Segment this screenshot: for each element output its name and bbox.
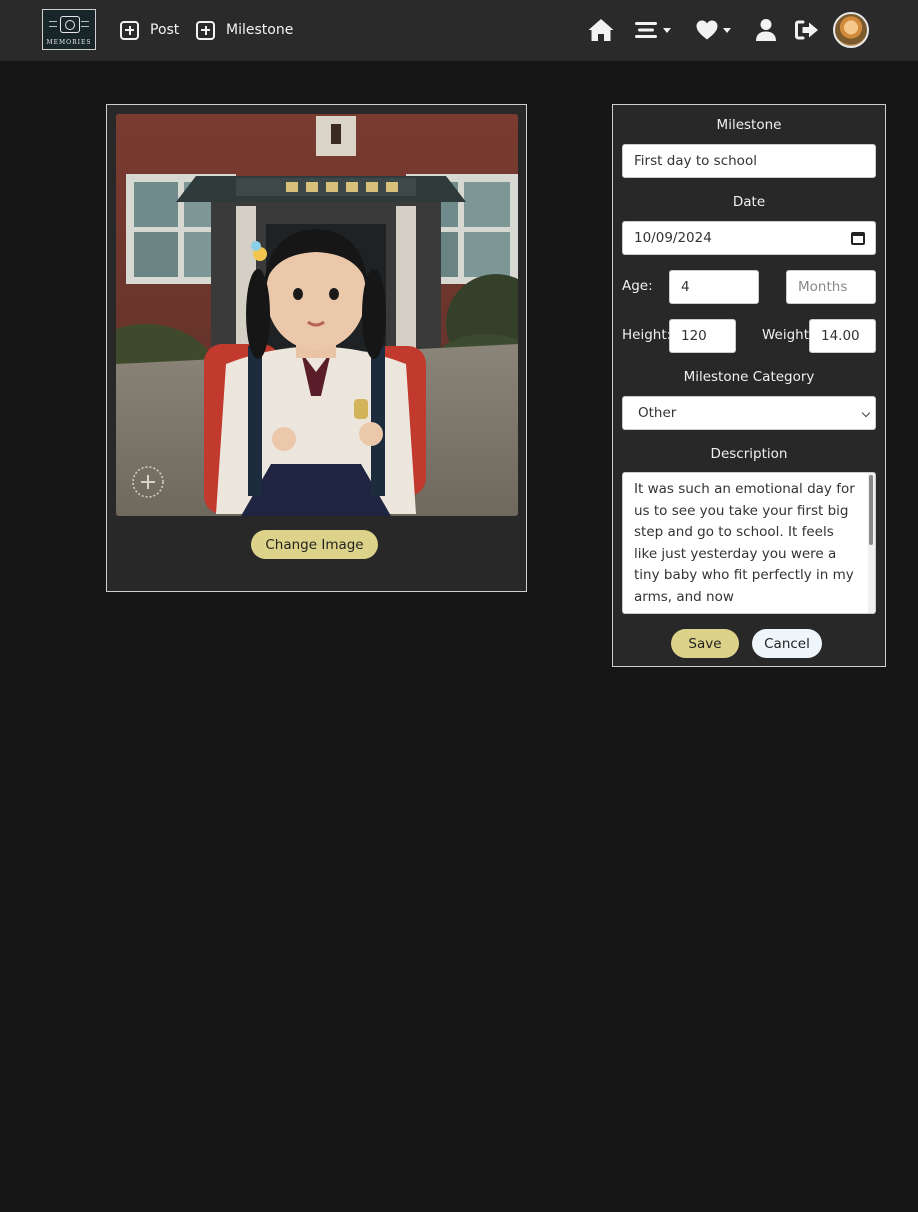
- age-months-input[interactable]: Months: [786, 270, 876, 304]
- post-label: Post: [150, 22, 180, 38]
- calendar-icon[interactable]: [851, 232, 865, 245]
- milestone-title-value: First day to school: [634, 153, 757, 169]
- home-button[interactable]: [587, 16, 615, 44]
- navbar: MEMORIES Post Milestone: [0, 0, 918, 61]
- logo-text: MEMORIES: [46, 39, 92, 46]
- description-value: It was such an emotional day for us to s…: [634, 481, 855, 605]
- favorites-dropdown[interactable]: [695, 16, 731, 44]
- date-value: 10/09/2024: [634, 230, 712, 246]
- height-label: Height:: [622, 327, 672, 343]
- cancel-button[interactable]: Cancel: [752, 629, 822, 658]
- description-textarea[interactable]: It was such an emotional day for us to s…: [622, 472, 876, 614]
- post-link[interactable]: Post: [120, 19, 179, 41]
- milestone-label: Milestone: [226, 22, 294, 38]
- logo-lines-left: [49, 21, 57, 27]
- heart-icon: [696, 20, 718, 40]
- age-years-input[interactable]: 4: [669, 270, 759, 304]
- age-years-value: 4: [681, 279, 690, 295]
- profile-button[interactable]: [755, 16, 777, 44]
- age-label: Age:: [622, 278, 653, 294]
- description-scrollbar[interactable]: [868, 473, 875, 613]
- date-label: Date: [732, 194, 766, 210]
- date-input[interactable]: 10/09/2024: [622, 221, 876, 255]
- age-months-placeholder: Months: [798, 279, 848, 295]
- chevron-down-icon: [663, 27, 671, 33]
- menu-dropdown[interactable]: [635, 16, 671, 44]
- camera-icon: [60, 16, 80, 33]
- memories-logo[interactable]: MEMORIES: [42, 9, 96, 50]
- weight-value: 14.00: [821, 328, 860, 344]
- category-label: Milestone Category: [683, 369, 815, 385]
- plus-square-icon: [120, 20, 139, 40]
- milestone-photo-illustration: [116, 114, 518, 516]
- logo-lines-right: [81, 21, 89, 27]
- avatar[interactable]: [833, 12, 869, 48]
- height-value: 120: [681, 328, 707, 344]
- weight-input[interactable]: 14.00: [809, 319, 876, 353]
- menu-icon: [635, 22, 657, 38]
- description-label: Description: [710, 446, 788, 462]
- logout-button[interactable]: [794, 16, 820, 44]
- home-icon: [588, 19, 614, 41]
- milestone-photo: [116, 114, 518, 516]
- milestone-title-input[interactable]: First day to school: [622, 144, 876, 178]
- milestone-link[interactable]: Milestone: [196, 19, 293, 41]
- photo-card: Change Image: [106, 104, 527, 592]
- category-value: Other: [638, 405, 677, 421]
- chevron-down-icon: [861, 408, 871, 418]
- milestone-form: Milestone First day to school Date 10/09…: [612, 104, 886, 667]
- logout-icon: [795, 20, 818, 40]
- user-icon: [756, 19, 776, 41]
- height-input[interactable]: 120: [669, 319, 736, 353]
- category-select[interactable]: Other: [622, 396, 876, 430]
- chevron-down-icon: [723, 27, 731, 33]
- scrollbar-thumb[interactable]: [869, 475, 873, 545]
- plus-square-icon: [196, 20, 215, 40]
- save-button[interactable]: Save: [671, 629, 739, 658]
- change-image-button[interactable]: Change Image: [251, 530, 378, 559]
- milestone-title-label: Milestone: [716, 117, 782, 133]
- weight-label: Weight:: [762, 327, 814, 343]
